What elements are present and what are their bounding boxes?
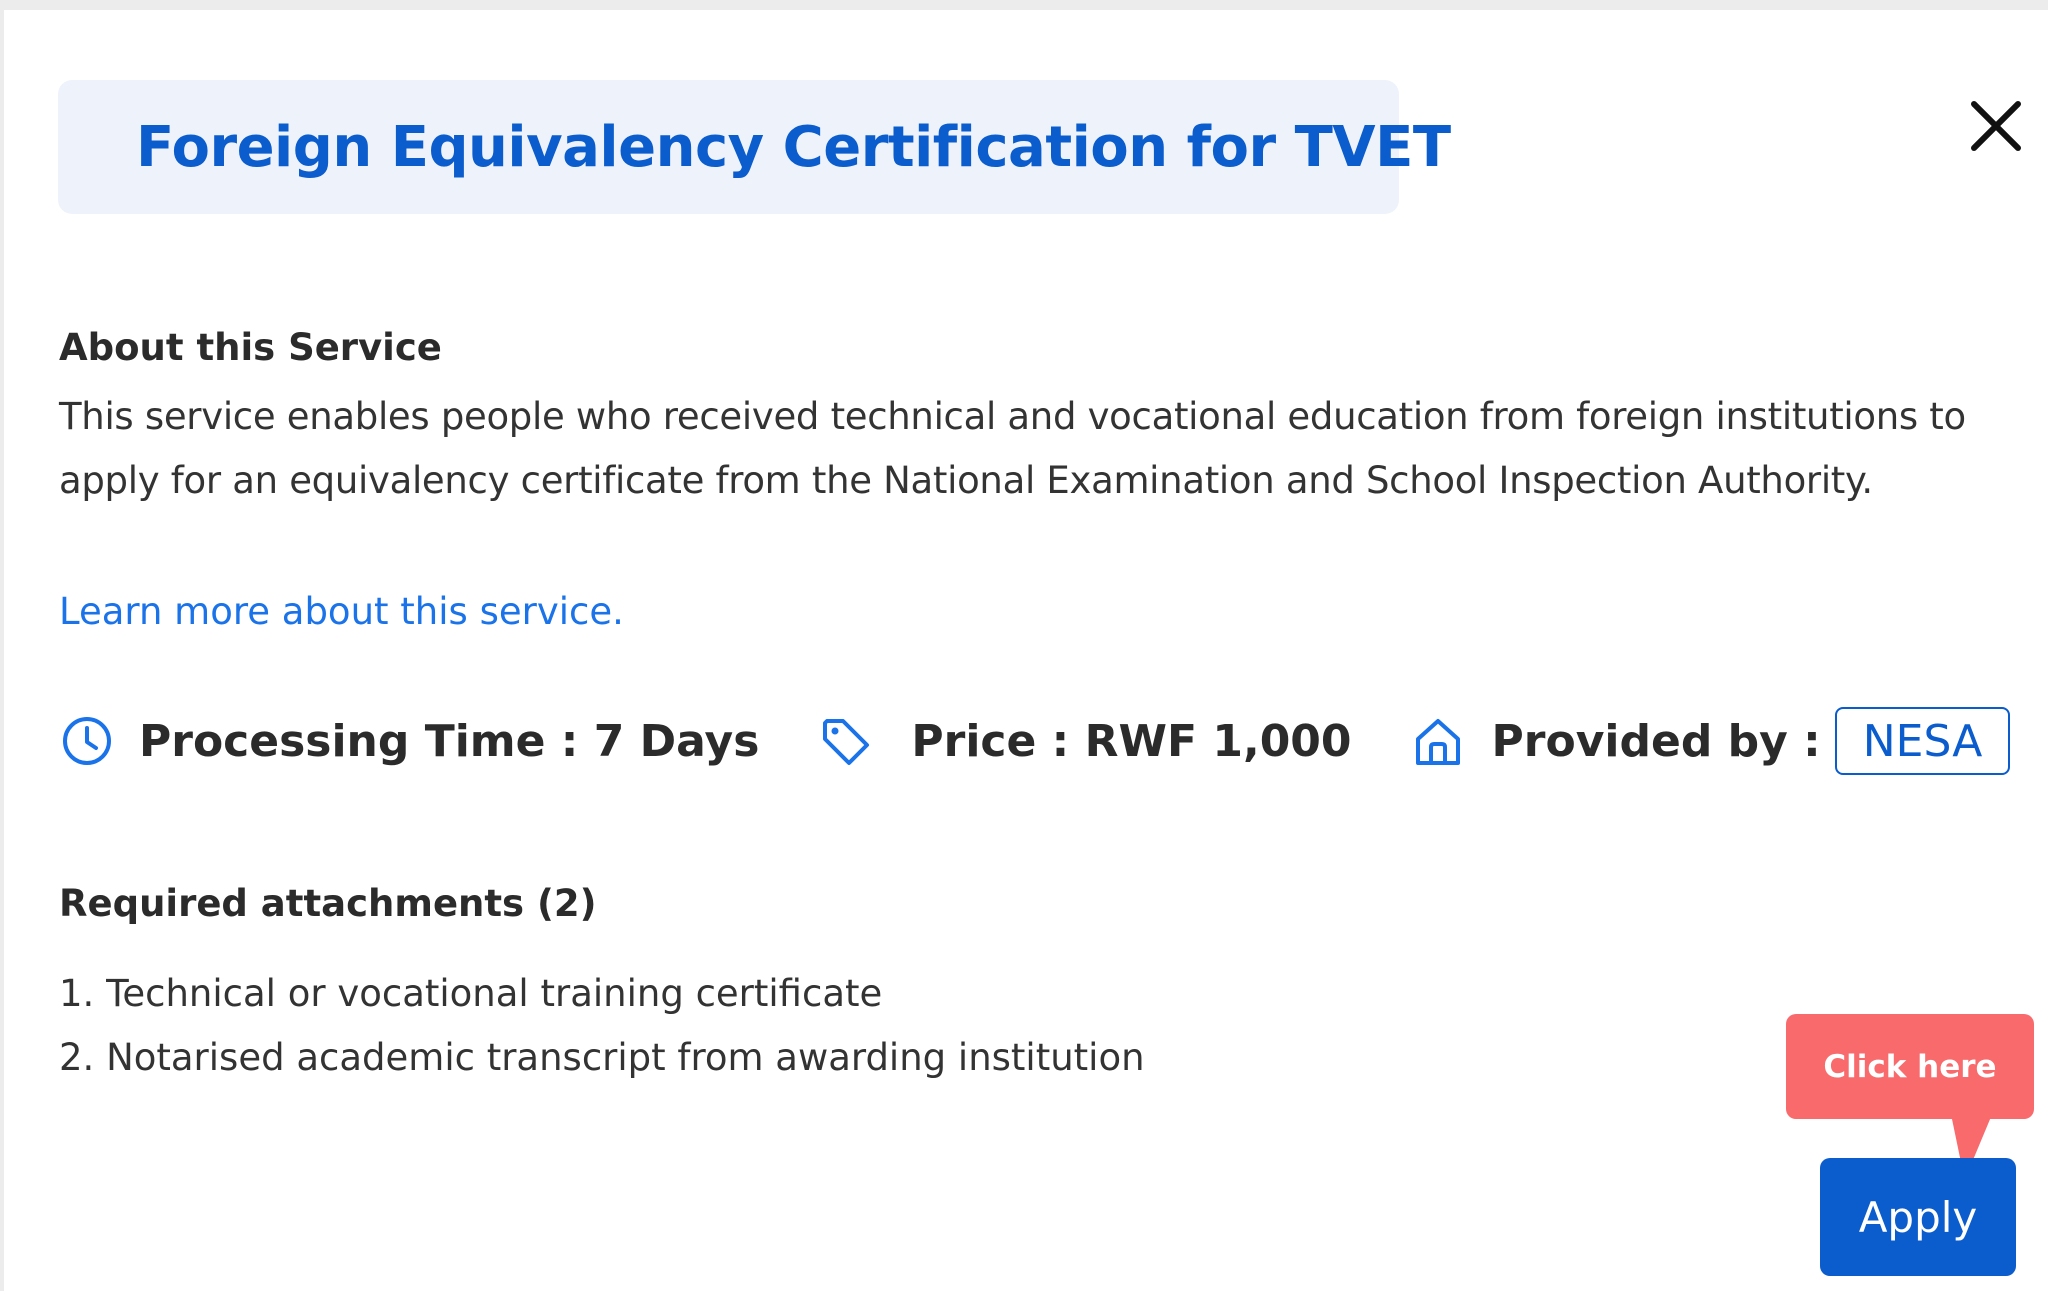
callout-text: Click here: [1823, 1048, 1997, 1085]
clock-icon: [59, 713, 115, 769]
title-banner: Foreign Equivalency Certification for TV…: [58, 80, 1451, 214]
processing-time: Processing Time : 7 Days: [139, 715, 760, 767]
home-icon: [1410, 713, 1466, 769]
click-here-callout: Click here: [1786, 1014, 2034, 1119]
price: Price : RWF 1,000: [911, 715, 1352, 767]
service-meta-row: Processing Time : 7 Days Price : RWF 1,0…: [59, 705, 2011, 777]
provided-by-label: Provided by :: [1491, 715, 1821, 767]
service-modal: Foreign Equivalency Certification for TV…: [4, 10, 2048, 1291]
apply-button[interactable]: Apply: [1820, 1158, 2016, 1276]
close-icon: [1971, 101, 2021, 151]
close-button[interactable]: [1964, 94, 2028, 158]
tag-icon: [817, 713, 873, 769]
learn-more-link[interactable]: Learn more about this service.: [59, 590, 624, 633]
list-item: 2. Notarised academic transcript from aw…: [59, 1036, 1145, 1079]
list-item: 1. Technical or vocational training cert…: [59, 972, 883, 1015]
about-heading: About this Service: [59, 326, 442, 369]
about-description: This service enables people who received…: [59, 395, 1966, 502]
attachments-list: 1. Technical or vocational training cert…: [59, 962, 1145, 1090]
modal-title: Foreign Equivalency Certification for TV…: [136, 114, 1451, 180]
provider-badge: NESA: [1834, 707, 2011, 775]
attachments-heading: Required attachments (2): [59, 882, 597, 925]
